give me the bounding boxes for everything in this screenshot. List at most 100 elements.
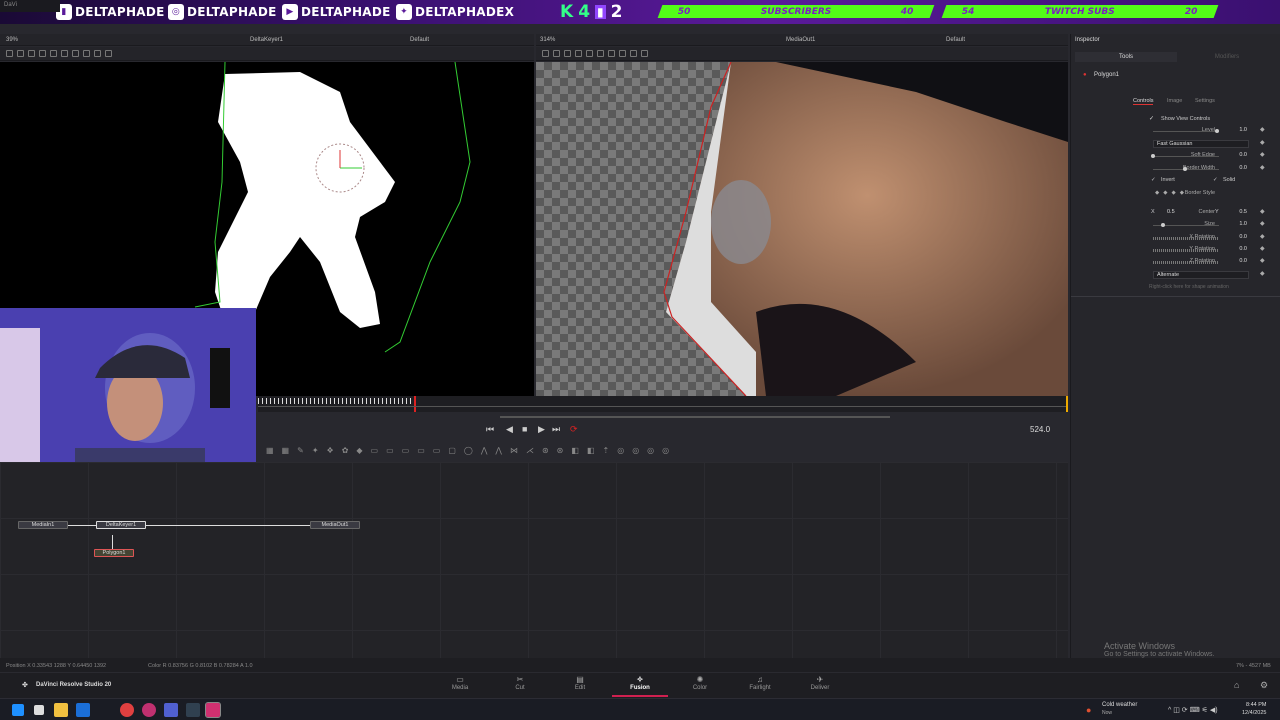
clock-date[interactable]: 12/4/2025 [1242,710,1266,716]
page-media[interactable]: ▭ Media [432,675,488,697]
page-color[interactable]: ✺ Color [672,675,728,697]
viewer-left-title: DeltaKeyer1 [250,37,284,43]
subtab-image[interactable]: Image [1167,98,1182,104]
node-mediain[interactable]: MediaIn1 [18,521,68,529]
viewer-left-header: 39% DeltaKeyer1 Default [0,34,534,46]
fill-method-dropdown[interactable]: Alternate [1153,271,1249,279]
social-twitch: ▮ DELTAPHADE [56,3,165,21]
status-bar: Position X 0.33543 1288 Y 0.64450 1392 C… [0,658,1280,672]
loop-icon[interactable]: ⟳ [570,424,578,435]
fusion-icon: ✧ [636,675,644,684]
node-toolbar[interactable]: ▦▦✎✦❖✿◆▭▭▭▭▭▢◯⋀⋀⋈⋌⊛⊛◧◧⇡◎◎◎◎ [258,442,1068,460]
social-instagram: ◎ DELTAPHADE [168,3,277,21]
invert-solid-row[interactable]: ✓ Invert ✓ Solid [1071,177,1280,187]
node-deltakeyer[interactable]: DeltaKeyer1 [96,521,146,529]
soft-edge-row[interactable]: Soft Edge 0.0 ◆ [1071,152,1280,162]
invert-checkbox[interactable]: ✓ [1151,177,1156,183]
resolve-taskbar-icon[interactable] [205,702,221,718]
inspector-title: Inspector [1075,37,1100,43]
color-readout: Color R 0.83756 G 0.8102 B 0.78284 A 1.0 [148,663,253,669]
keyframe-icon: ◆ [1260,127,1265,133]
node-polygon[interactable]: Polygon1 [94,549,134,557]
page-deliver[interactable]: ✈ Deliver [792,675,848,697]
task-view-icon[interactable] [34,705,44,715]
x-rotation-row[interactable]: X Rotation0.0◆ [1071,234,1280,244]
obs-icon[interactable] [142,703,156,717]
inspector-node-name[interactable]: Polygon1 [1094,72,1119,78]
border-style-icons: ◆◆◆◆ [1155,190,1188,196]
zoom-left[interactable]: 39% [6,37,18,43]
clock-time[interactable]: 8:44 PM [1246,702,1266,708]
youtube-icon: ▶ [282,4,298,20]
viewer-left-tools[interactable] [0,47,534,61]
shape-animation-hint[interactable]: Right-click here for shape animation [1149,284,1229,290]
resolve-logo-icon: ✤ [22,682,28,689]
page-fairlight[interactable]: ♫ Fairlight [732,675,788,697]
view-right-dropdown[interactable]: Default [946,37,965,43]
fill-method-row[interactable]: Fill MethodAlternate◆ [1071,271,1280,281]
viewer-right-title: MediaOut1 [786,37,816,43]
border-style-row[interactable]: Border Style ◆◆◆◆ [1071,190,1280,200]
file-explorer-icon[interactable] [54,703,68,717]
output-image [663,62,1068,396]
app-icon[interactable] [76,703,90,717]
zoom-right[interactable]: 314% [540,37,555,43]
fairlight-icon: ♫ [757,675,763,684]
color-icon: ✺ [696,675,704,684]
stream-banner: ▮ DELTAPHADE ◎ DELTAPHADE ▶ DELTAPHADE ✦ DEL… [0,0,1280,24]
chrome-icon[interactable] [120,703,134,717]
z-rotation-row[interactable]: Z Rotation0.0◆ [1071,258,1280,268]
page-cut[interactable]: ✂ Cut [492,675,548,697]
solid-checkbox[interactable]: ✓ [1213,177,1218,183]
node-color-dot-icon: ● [1083,72,1087,78]
tab-tools[interactable]: Tools [1075,52,1177,62]
play-reverse-icon[interactable]: ◀ [506,424,513,435]
show-view-controls-checkbox[interactable]: ✓ [1149,115,1154,122]
filter-dropdown[interactable]: Fast Gaussian [1153,140,1249,148]
size-row[interactable]: Size 1.0 ◆ [1071,221,1280,231]
home-icon[interactable]: ⌂ [1234,680,1239,690]
page-navigation: ✤ DaVinci Resolve Studio 20 ▭ Media ✂ Cut … [0,672,1280,698]
viewer-right-header: 314% MediaOut1 Default [536,34,1068,46]
node-graph[interactable]: MediaIn1 DeltaKeyer1 MediaOut1 Polygon1 [0,462,1068,658]
border-width-row[interactable]: Border Width 0.0 ◆ [1071,165,1280,175]
instagram-icon: ◎ [168,4,184,20]
settings-icon[interactable]: ⚙ [1260,680,1268,691]
filter-row[interactable]: FilterFast Gaussian◆ [1071,140,1280,150]
page-edit[interactable]: ▤ Edit [552,675,608,697]
play-icon[interactable]: ▶ [538,424,545,435]
y-rotation-row[interactable]: Y Rotation0.0◆ [1071,246,1280,256]
stop-icon[interactable]: ■ [522,424,527,434]
playhead[interactable] [414,396,416,412]
center-row[interactable]: Center X 0.5 Y 0.5 ◆ [1071,209,1280,219]
inspector-panel: Inspector Tools Modifiers ● Polygon1 Con… [1070,34,1280,658]
transport-controls: ⏮ ◀ ■ ▶ ⏭ ⟳ 524.0 [258,420,1068,440]
tray-icons[interactable]: ^ ◫ ⟳ ⌨ ⚟ ◀) [1168,706,1218,714]
goal-subscribers: 50 SUBSCRIBERS 40 [657,5,935,18]
cut-icon: ✂ [516,675,524,684]
timeline-ruler[interactable] [258,396,1068,412]
discord-icon[interactable] [164,703,178,717]
deliver-icon: ✈ [816,675,824,684]
timeline-scrollbar[interactable] [500,416,890,418]
page-fusion[interactable]: ✧ Fusion [612,675,668,697]
node-mediaout[interactable]: MediaOut1 [310,521,360,529]
view-left-dropdown[interactable]: Default [410,37,429,43]
windows-taskbar: ● Cold weather Now ^ ◫ ⟳ ⌨ ⚟ ◀) 8:44 PM … [0,698,1280,720]
go-to-start-icon[interactable]: ⏮ [486,424,494,435]
kick-badge: K 4 ▮ 2 [560,2,623,22]
subtab-controls[interactable]: Controls [1133,98,1154,105]
subtab-settings[interactable]: Settings [1195,98,1215,104]
go-to-end-icon[interactable]: ⏭ [552,424,560,435]
app2-icon[interactable] [186,703,200,717]
viewer-right-tools[interactable] [536,47,1068,61]
twitch-small-icon: ▮ [595,5,606,19]
level-row[interactable]: Level 1.0 ◆ [1071,127,1280,137]
current-frame[interactable]: 524.0 [1030,425,1050,434]
start-icon[interactable] [12,704,24,716]
media-icon: ▭ [456,675,464,684]
tab-modifiers[interactable]: Modifiers [1177,52,1277,62]
memory-readout: 7% - 4527 MB [1236,663,1271,669]
viewer-right[interactable] [536,62,1068,396]
goal-twitch-subs: 54 TWITCH SUBS 20 [941,5,1219,18]
